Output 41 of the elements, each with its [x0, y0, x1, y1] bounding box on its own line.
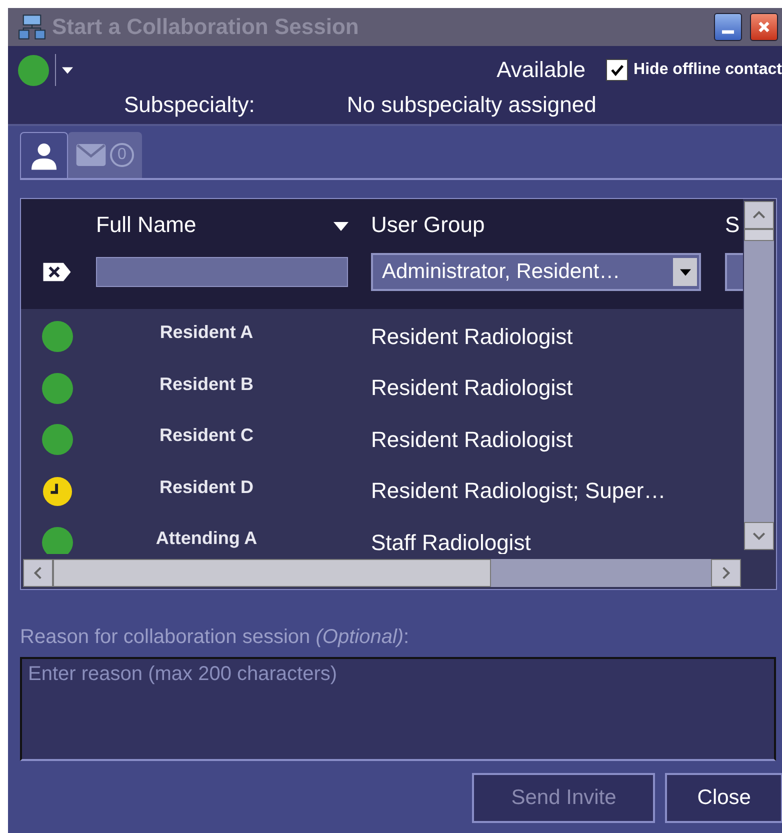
table-cell-text: Resident C [158, 425, 255, 446]
column-header[interactable]: S [711, 212, 740, 238]
minimize-icon [722, 30, 734, 34]
hide-offline-checkbox[interactable]: Hide offline contact [606, 59, 782, 81]
horizontal-scrollbar[interactable] [23, 559, 741, 587]
table-cell-text: Resident A [158, 322, 254, 344]
scrollbar-thumb[interactable] [744, 229, 774, 241]
name-filter-field[interactable] [96, 257, 348, 287]
table-cell-text: Attending A [154, 528, 258, 550]
table-cell-text: Resident B [158, 374, 255, 395]
person-icon [29, 140, 59, 170]
user-group-filter-dropdown[interactable]: Administrator, Resident… [371, 253, 701, 291]
envelope-icon [76, 144, 106, 166]
scrollbar-thumb[interactable] [53, 559, 491, 587]
table-cell-text: Resident Radiologist; Super… [370, 478, 667, 504]
contacts-tab[interactable] [20, 132, 68, 178]
checkmark-icon [610, 63, 624, 77]
network-icon [18, 13, 46, 41]
vertical-scrollbar[interactable] [744, 201, 774, 550]
table-cell-text: Resident Radiologist [370, 375, 574, 402]
sort-caret-icon [333, 222, 349, 230]
caret-icon [680, 268, 690, 276]
subspecialty-value: No subspecialty assigned [346, 92, 596, 118]
table-cell-text: Resident Radiologist [370, 324, 574, 350]
filter-dropdown[interactable] [725, 253, 743, 291]
column-header[interactable]: User Group [357, 212, 711, 238]
table-cell-text: Staff Radiologist [370, 530, 532, 554]
reason-field[interactable]: Enter reason (max 200 characters) [20, 657, 776, 761]
subspecialty-label: Subspecialty: [124, 92, 255, 118]
close-dialog-button[interactable]: Close [665, 773, 782, 823]
table-cell-text: Resident Radiologist [370, 426, 574, 453]
table-cell-text: Resident D [158, 476, 255, 498]
status-label: Available [496, 57, 586, 83]
close-icon [757, 20, 771, 34]
close-button[interactable] [750, 13, 778, 41]
minimize-button[interactable] [714, 13, 742, 41]
clear-filter-icon[interactable] [41, 261, 73, 283]
status-dropdown[interactable] [18, 54, 73, 86]
column-header[interactable]: Full Name [93, 212, 357, 238]
caret-icon [62, 66, 73, 74]
reason-label: Reason for collaboration session (Optional): [20, 626, 410, 649]
